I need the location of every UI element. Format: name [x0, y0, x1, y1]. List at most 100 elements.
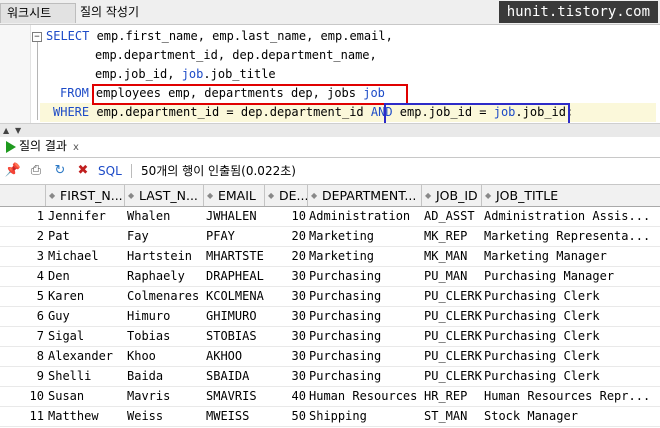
table-cell[interactable]: MK_REP — [424, 226, 482, 246]
table-cell[interactable]: SMAVRIS — [206, 386, 265, 406]
table-cell[interactable]: Purchasing Clerk — [484, 366, 660, 386]
table-cell[interactable]: Purchasing Manager — [484, 266, 660, 286]
table-cell[interactable]: Purchasing — [309, 306, 422, 326]
pane-splitter[interactable]: ▲ ▼ — [0, 123, 660, 138]
collapse-up-icon[interactable]: ▲ — [3, 126, 9, 135]
table-cell[interactable]: Hartstein — [127, 246, 204, 266]
fold-toggle-icon[interactable]: − — [32, 32, 42, 42]
column-header[interactable]: ◆ DEPARTMENT... — [308, 185, 422, 206]
column-header[interactable]: ◆ FIRST_N... — [46, 185, 125, 206]
table-cell[interactable]: PU_CLERK — [424, 306, 482, 326]
table-cell[interactable]: Alexander — [48, 346, 125, 366]
table-cell[interactable]: Matthew — [48, 406, 125, 426]
table-cell[interactable]: MHARTSTE — [206, 246, 265, 266]
close-icon[interactable]: x — [73, 142, 79, 153]
table-cell[interactable]: 30 — [265, 366, 307, 386]
table-cell[interactable]: AKHOO — [206, 346, 265, 366]
table-cell[interactable]: AD_ASST — [424, 206, 482, 226]
table-cell[interactable]: 30 — [265, 266, 307, 286]
table-cell[interactable]: PU_CLERK — [424, 346, 482, 366]
column-header[interactable]: ◆ JOB_ID — [422, 185, 482, 206]
table-cell[interactable]: Karen — [48, 286, 125, 306]
print-icon[interactable]: ⎙ — [27, 162, 45, 180]
table-cell[interactable]: Den — [48, 266, 125, 286]
table-cell[interactable]: 40 — [265, 386, 307, 406]
table-cell[interactable]: Purchasing — [309, 266, 422, 286]
column-header[interactable]: ◆ JOB_TITLE — [482, 185, 660, 206]
tab-query-result[interactable]: 질의 결과 x — [2, 137, 83, 156]
table-cell[interactable]: Weiss — [127, 406, 204, 426]
table-cell[interactable]: Purchasing — [309, 326, 422, 346]
table-cell[interactable]: GHIMURO — [206, 306, 265, 326]
table-cell[interactable]: MWEISS — [206, 406, 265, 426]
table-cell[interactable]: Purchasing — [309, 346, 422, 366]
table-cell[interactable]: PU_CLERK — [424, 326, 482, 346]
table-cell[interactable]: Marketing Manager — [484, 246, 660, 266]
table-cell[interactable]: Sigal — [48, 326, 125, 346]
table-cell[interactable]: Purchasing Clerk — [484, 286, 660, 306]
table-cell[interactable]: 30 — [265, 306, 307, 326]
table-cell[interactable]: 30 — [265, 286, 307, 306]
table-row[interactable]: 4 Den Raphaely DRAPHEAL 30 Purchasing PU_MAN Pu… — [0, 266, 660, 287]
table-cell[interactable]: Whalen — [127, 206, 204, 226]
table-cell[interactable]: Susan — [48, 386, 125, 406]
table-cell[interactable]: Marketing — [309, 246, 422, 266]
table-cell[interactable]: Michael — [48, 246, 125, 266]
table-cell[interactable]: Jennifer — [48, 206, 125, 226]
table-cell[interactable]: PU_MAN — [424, 266, 482, 286]
column-header[interactable]: ◆ EMAIL — [204, 185, 265, 206]
table-cell[interactable]: HR_REP — [424, 386, 482, 406]
table-cell[interactable]: Guy — [48, 306, 125, 326]
table-cell[interactable]: 20 — [265, 246, 307, 266]
table-cell[interactable]: Pat — [48, 226, 125, 246]
table-cell[interactable]: Purchasing Clerk — [484, 306, 660, 326]
table-cell[interactable]: Purchasing — [309, 366, 422, 386]
table-cell[interactable]: Tobias — [127, 326, 204, 346]
table-row[interactable]: 2 Pat Fay PFAY 20 Marketing MK_REP Marketing Re… — [0, 226, 660, 247]
refresh-icon[interactable]: ↻ — [51, 162, 69, 180]
table-cell[interactable]: 50 — [265, 406, 307, 426]
table-cell[interactable]: Colmenares — [127, 286, 204, 306]
table-cell[interactable]: Marketing — [309, 226, 422, 246]
table-cell[interactable]: Administration Assis... — [484, 206, 660, 226]
table-cell[interactable]: Raphaely — [127, 266, 204, 286]
table-cell[interactable]: Marketing Representa... — [484, 226, 660, 246]
delete-icon[interactable]: ✖ — [74, 162, 92, 180]
table-cell[interactable]: PFAY — [206, 226, 265, 246]
table-cell[interactable]: Shelli — [48, 366, 125, 386]
results-grid[interactable]: ◆ FIRST_N... ◆ LAST_N... ◆ EMAIL ◆ DE... ◆ DE… — [0, 184, 660, 428]
table-cell[interactable]: Baida — [127, 366, 204, 386]
table-row[interactable]: 8 Alexander Khoo AKHOO 30 Purchasing PU_CLERK P… — [0, 346, 660, 367]
table-cell[interactable]: PU_CLERK — [424, 366, 482, 386]
table-cell[interactable]: KCOLMENA — [206, 286, 265, 306]
table-cell[interactable]: SBAIDA — [206, 366, 265, 386]
table-row[interactable]: 5 Karen Colmenares KCOLMENA 30 Purchasing PU_C… — [0, 286, 660, 307]
collapse-down-icon[interactable]: ▼ — [15, 126, 21, 135]
table-cell[interactable]: Stock Manager — [484, 406, 660, 426]
table-cell[interactable]: Mavris — [127, 386, 204, 406]
table-row[interactable]: 11 Matthew Weiss MWEISS 50 Shipping ST_MAN Stoc… — [0, 406, 660, 427]
table-cell[interactable]: Khoo — [127, 346, 204, 366]
table-cell[interactable]: Purchasing Clerk — [484, 346, 660, 366]
table-row[interactable]: 7 Sigal Tobias STOBIAS 30 Purchasing PU_CLERK P… — [0, 326, 660, 347]
table-cell[interactable]: MK_MAN — [424, 246, 482, 266]
table-cell[interactable]: Human Resources — [309, 386, 422, 406]
table-cell[interactable]: 30 — [265, 326, 307, 346]
table-cell[interactable]: PU_CLERK — [424, 286, 482, 306]
table-row[interactable]: 1 Jennifer Whalen JWHALEN 10 Administration AD… — [0, 206, 660, 227]
table-cell[interactable]: ST_MAN — [424, 406, 482, 426]
table-cell[interactable]: 10 — [265, 206, 307, 226]
table-cell[interactable]: Purchasing — [309, 286, 422, 306]
table-cell[interactable]: 20 — [265, 226, 307, 246]
table-cell[interactable]: Purchasing Clerk — [484, 326, 660, 346]
table-row[interactable]: 9 Shelli Baida SBAIDA 30 Purchasing PU_CLERK Pu… — [0, 366, 660, 387]
table-cell[interactable]: Fay — [127, 226, 204, 246]
sql-button[interactable]: SQL — [98, 162, 122, 180]
table-cell[interactable]: Human Resources Repr... — [484, 386, 660, 406]
column-header[interactable]: ◆ DE... — [265, 185, 308, 206]
table-row[interactable]: 6 Guy Himuro GHIMURO 30 Purchasing PU_CLERK Pur… — [0, 306, 660, 327]
table-cell[interactable]: Administration — [309, 206, 422, 226]
column-header[interactable]: ◆ LAST_N... — [125, 185, 204, 206]
table-cell[interactable]: Himuro — [127, 306, 204, 326]
tab-worksheet[interactable]: 워크시트 — [0, 3, 76, 23]
